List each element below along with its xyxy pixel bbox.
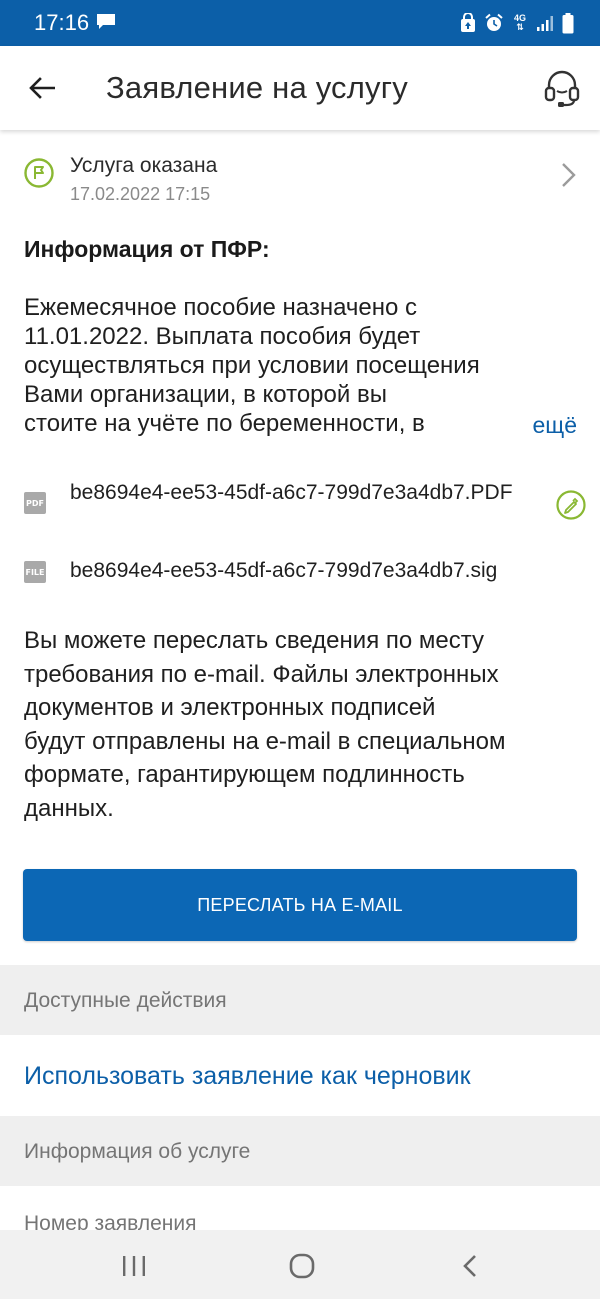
file-item-pdf[interactable]: PDF be8694e4-ee53-45df-a6c7-799d7e3a4db7… [0, 480, 600, 540]
service-status-title: Услуга оказана [70, 154, 218, 177]
info-line: стоите на учёте по беременности, в [24, 410, 425, 437]
back-button[interactable] [22, 68, 62, 108]
email-note-line: будут отправлены на e-mail в специальном [24, 727, 506, 755]
pdf-file-icon: PDF [24, 492, 46, 514]
file-item-sig[interactable]: FILE be8694e4-ee53-45df-a6c7-799d7e3a4db… [0, 558, 600, 592]
support-button[interactable] [542, 66, 582, 110]
email-note-line: требования по e-mail. Файлы электронных [24, 660, 499, 688]
send-email-button[interactable]: ПЕРЕСЛАТЬ НА E-MAIL [23, 869, 577, 941]
info-heading: Информация от ПФР: [24, 236, 270, 262]
message-notification-icon [97, 14, 115, 29]
use-as-draft-link[interactable]: Использовать заявление как черновик [24, 1062, 471, 1091]
navigation-bar [0, 1230, 600, 1299]
status-icons: 4G ⇅ [460, 12, 574, 34]
info-text: Ежемесячное пособие назначено с 11.01.20… [24, 293, 524, 438]
service-status-row[interactable]: Услуга оказана 17.02.2022 17:15 [0, 146, 600, 212]
app-bar: Заявление на услугу [0, 46, 600, 130]
signature-icon[interactable] [556, 490, 586, 520]
arrow-left-icon [29, 77, 55, 99]
recent-apps-button[interactable] [114, 1250, 154, 1282]
headset-icon [544, 70, 580, 107]
network-type: 4G ⇅ [512, 14, 528, 32]
flag-icon [24, 158, 54, 188]
section-header-service-info: Информация об услуге [0, 1116, 600, 1186]
recent-apps-icon [123, 1256, 145, 1276]
section-header-label: Доступные действия [24, 989, 227, 1012]
email-note-line: формате, гарантирующем подлинность [24, 761, 465, 788]
info-line: Ежемесячное пособие назначено с [24, 294, 418, 321]
email-note-line: документов и электронных подписей [24, 694, 436, 721]
info-line: осуществляться при условии посещения [24, 352, 480, 379]
page-title: Заявление на услугу [106, 70, 408, 105]
email-note-line: Вы можете переслать сведения по месту [24, 627, 484, 654]
info-line: 11.01.2022. Выплата пособия будет [24, 323, 421, 350]
data-arrows-icon: ⇅ [516, 22, 524, 32]
more-link[interactable]: ещё [532, 412, 577, 439]
email-note-line: данных. [24, 794, 114, 822]
home-button[interactable] [282, 1250, 322, 1282]
back-icon [463, 1255, 476, 1277]
service-status-date: 17.02.2022 17:15 [70, 184, 211, 204]
file-name: be8694e4-ee53-45df-a6c7-799d7e3a4db7.PDF [70, 481, 513, 504]
nav-back-button[interactable] [450, 1250, 490, 1282]
status-time: 17:16 [34, 10, 90, 35]
status-bar: 17:16 4G ⇅ [0, 0, 600, 46]
locked-upload-icon [461, 13, 475, 32]
home-icon [289, 1253, 315, 1279]
file-name: be8694e4-ee53-45df-a6c7-799d7e3a4db7.sig [70, 559, 498, 582]
email-note: Вы можете переслать сведения по месту тр… [24, 624, 576, 825]
battery-icon [562, 12, 574, 33]
info-line: Вами организации, в которой вы [24, 381, 387, 408]
signal-icon [537, 16, 553, 31]
file-icon: FILE [24, 561, 46, 583]
section-header-actions: Доступные действия [0, 965, 600, 1035]
chevron-right-icon [562, 163, 576, 187]
section-header-label: Информация об услуге [24, 1140, 251, 1163]
alarm-icon [485, 13, 503, 31]
